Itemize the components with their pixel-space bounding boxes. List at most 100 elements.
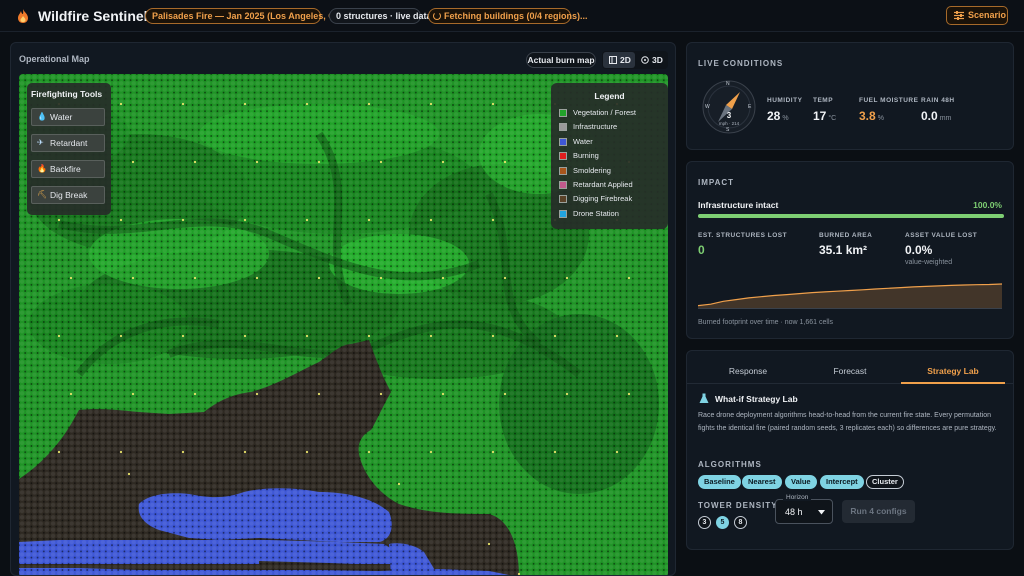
- drone-marker: [255, 276, 259, 280]
- algo-value-chip[interactable]: Value: [785, 475, 817, 489]
- drone-marker: [627, 276, 631, 280]
- algorithms-label: ALGORITHMS: [698, 460, 762, 469]
- compass-e: E: [748, 104, 752, 110]
- legend-title: Legend: [594, 91, 625, 101]
- algo-nearest-chip[interactable]: Nearest: [742, 475, 782, 489]
- drone-marker: [119, 334, 123, 338]
- density-8-chip[interactable]: 8: [734, 516, 747, 529]
- tower-density-label: TOWER DENSITY: [698, 501, 778, 510]
- sparkline-area: [698, 284, 1002, 308]
- drone-marker: [491, 334, 495, 338]
- view-3d-button[interactable]: 3D: [635, 52, 667, 68]
- tab-forecast[interactable]: Forecast: [800, 366, 900, 376]
- algo-cluster-chip[interactable]: Cluster: [866, 475, 904, 489]
- strategy-card: Response Forecast Strategy Lab What-if S…: [686, 350, 1014, 550]
- drone-marker: [503, 160, 507, 164]
- legend-swatch: [559, 181, 567, 189]
- infrastructure-intact-percent: 100.0%: [973, 200, 1002, 210]
- horizon-select[interactable]: Horizon 48 h: [775, 494, 833, 524]
- legend-label: Drone Station: [573, 208, 619, 218]
- algo-baseline-chip[interactable]: Baseline: [698, 475, 741, 489]
- fuel-moisture-metric: FUEL MOISTURE 3.8%: [859, 97, 918, 123]
- sliders-icon: [954, 11, 964, 20]
- drone-marker: [553, 450, 557, 454]
- legend-item: Burning: [559, 151, 599, 161]
- drone-marker: [69, 276, 73, 280]
- drone-marker: [181, 334, 185, 338]
- drone-marker: [491, 102, 495, 106]
- tool-water-button[interactable]: 💧 Water: [31, 108, 105, 126]
- drone-marker: [491, 218, 495, 222]
- tool-label: Retardant: [50, 138, 88, 148]
- flame-icon: [18, 9, 28, 23]
- map-panel-title: Operational Map: [19, 54, 90, 64]
- legend-swatch: [559, 195, 567, 204]
- shovel-icon: ⛏: [37, 190, 48, 199]
- horizon-value: 48 h: [785, 507, 803, 517]
- asset-value-lost-stat: ASSET VALUE LOST 0.0% value-weighted: [905, 232, 977, 266]
- stat-label: EST. STRUCTURES LOST: [698, 232, 788, 239]
- drone-marker: [131, 160, 135, 164]
- drone-marker: [181, 218, 185, 222]
- impact-card: IMPACT Infrastructure intact 100.0% EST.…: [686, 161, 1014, 339]
- drone-marker: [317, 276, 321, 280]
- drone-marker: [317, 392, 321, 396]
- legend-swatch: [559, 109, 567, 117]
- intact-bar-fill: [698, 214, 1004, 218]
- drone-marker: [193, 160, 197, 164]
- compass-w: W: [705, 104, 710, 110]
- metric-value: 3.8%: [859, 109, 884, 123]
- run-configs-button[interactable]: Run 4 configs: [842, 500, 915, 523]
- drone-marker: [503, 392, 507, 396]
- infrastructure-intact-label: Infrastructure intact: [698, 200, 779, 210]
- drone-marker: [429, 450, 433, 454]
- scenario-button[interactable]: Scenario: [946, 6, 1008, 25]
- drone-marker: [181, 450, 185, 454]
- drone-marker: [131, 276, 135, 280]
- flask-icon: [699, 393, 709, 403]
- drone-marker: [379, 392, 383, 396]
- drone-marker: [429, 102, 433, 106]
- legend-label: Infrastructure: [573, 122, 618, 132]
- drone-marker: [127, 472, 131, 476]
- algo-intercept-chip[interactable]: Intercept: [820, 475, 864, 489]
- active-tab-indicator: [901, 382, 1005, 384]
- density-5-chip[interactable]: 5: [716, 516, 729, 529]
- drone-marker: [243, 102, 247, 106]
- drone-marker: [57, 334, 61, 338]
- tool-label: Water: [50, 112, 73, 122]
- top-bar: Wildfire Sentinel Palisades Fire — Jan 2…: [0, 0, 1024, 32]
- view-3d-label: 3D: [652, 55, 663, 65]
- metric-value: 0.0 mm: [921, 109, 952, 123]
- tool-backfire-button[interactable]: 🔥 Backfire: [31, 160, 105, 178]
- legend-label: Smoldering: [573, 165, 611, 175]
- view-2d-button[interactable]: 2D: [603, 52, 635, 68]
- drone-marker: [367, 450, 371, 454]
- horizon-label: Horizon: [783, 494, 812, 501]
- legend-swatch: [559, 166, 567, 175]
- legend-label: Vegetation / Forest: [573, 108, 636, 117]
- metric-value: 28%: [767, 109, 789, 123]
- legend-label: Digging Firebreak: [573, 194, 633, 204]
- live-conditions-title: LIVE CONDITIONS: [698, 59, 784, 68]
- tool-dig-break-button[interactable]: ⛏ Dig Break: [31, 186, 105, 204]
- drone-marker: [491, 450, 495, 454]
- drone-marker: [305, 102, 309, 106]
- legend-item: Drone Station: [559, 209, 619, 219]
- drone-marker: [243, 218, 247, 222]
- wind-unit: mph · 214: [718, 121, 740, 126]
- tool-retardant-button[interactable]: ✈ Retardant: [31, 134, 105, 152]
- drone-marker: [441, 160, 445, 164]
- tab-strategy-lab[interactable]: Strategy Lab: [903, 366, 1003, 376]
- fire-event-pill[interactable]: Palisades Fire — Jan 2025 (Los Angeles, …: [145, 8, 344, 24]
- tab-response[interactable]: Response: [698, 366, 798, 376]
- stat-value: 0: [698, 243, 705, 257]
- drone-marker: [243, 450, 247, 454]
- drone-marker: [441, 392, 445, 396]
- density-3-chip[interactable]: 3: [698, 516, 711, 529]
- infrastructure-intact-bar: [698, 214, 1004, 218]
- actual-burn-map-button[interactable]: Actual burn map: [526, 52, 596, 68]
- humidity-metric: HUMIDITY 28%: [767, 97, 802, 123]
- drone-marker: [305, 334, 309, 338]
- drone-marker: [119, 450, 123, 454]
